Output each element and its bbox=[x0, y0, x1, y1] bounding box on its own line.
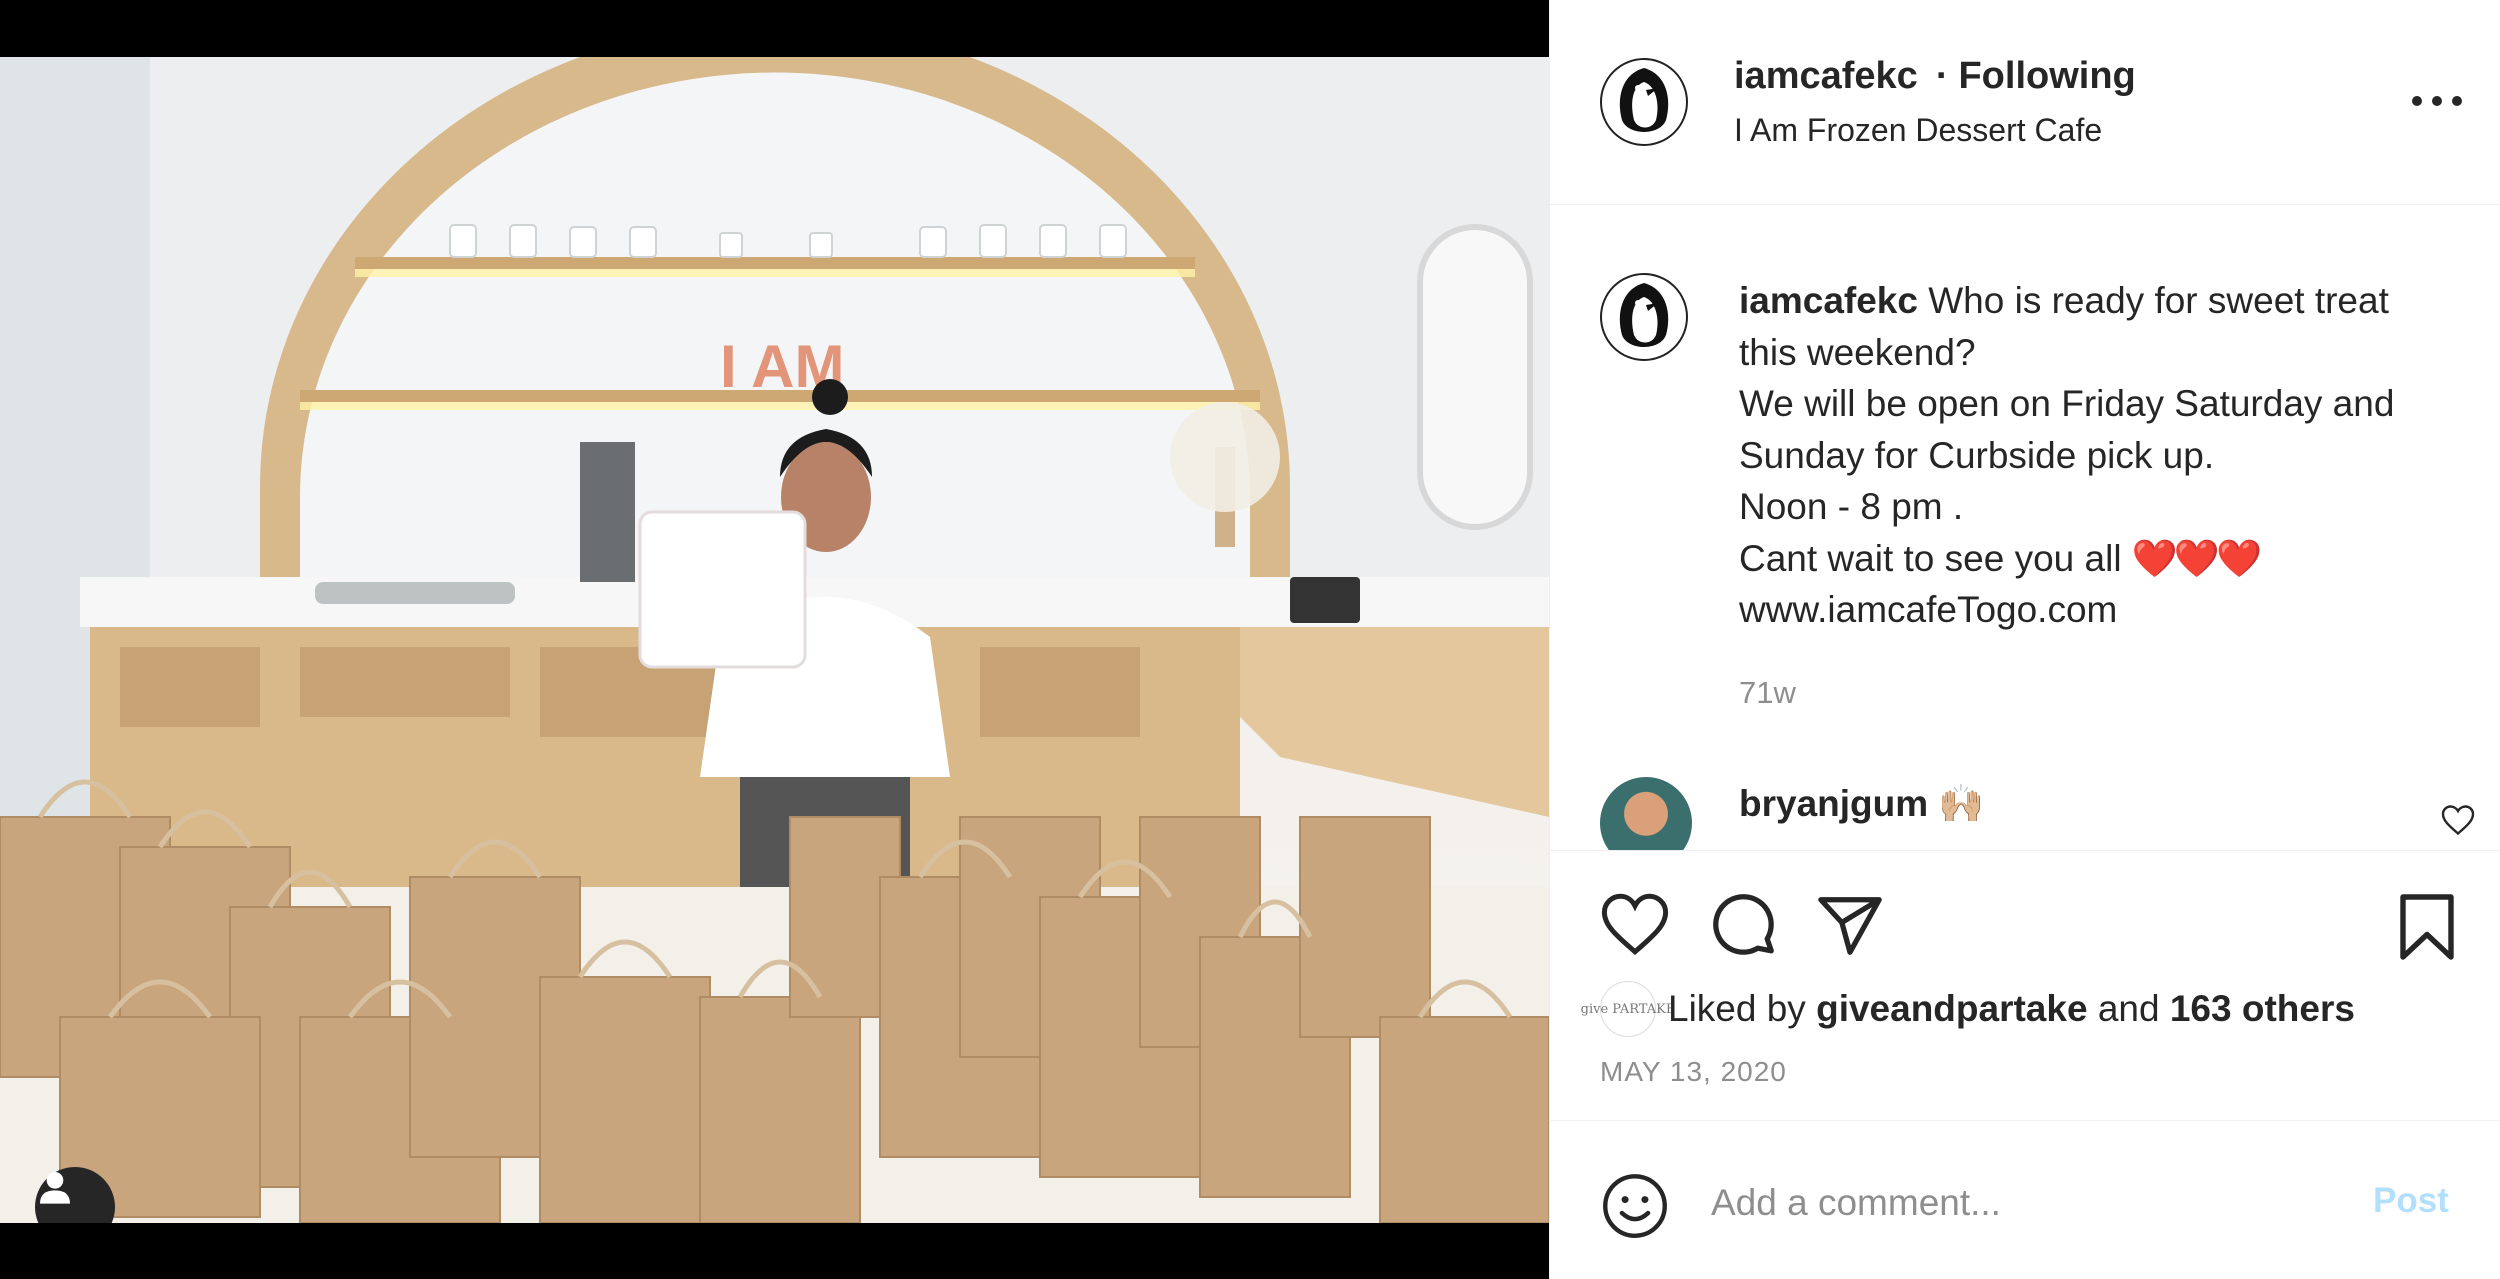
header-username[interactable]: iamcafekc bbox=[1734, 55, 1918, 97]
likes-summary: give PARTAKE Liked by giveandpartake and… bbox=[1581, 981, 2355, 1037]
header-username-row: iamcafekc · Following bbox=[1734, 55, 2136, 98]
liker-username[interactable]: giveandpartake bbox=[1816, 988, 2087, 1030]
likes-prefix: Liked by bbox=[1668, 988, 1806, 1029]
comment-text: 🙌🏼 bbox=[1938, 783, 1985, 824]
caption-hearts: ❤️❤️❤️ bbox=[2131, 537, 2262, 579]
likes-middle: and bbox=[2097, 988, 2160, 1029]
caption-line: We will be open on Friday Saturday and bbox=[1739, 383, 2395, 424]
caption-line: this weekend? bbox=[1739, 331, 1976, 373]
post-media[interactable]: I AM bbox=[0, 0, 1549, 1279]
caption-line: Sunday for Curbside pick up. bbox=[1739, 434, 2215, 476]
post-details-panel: iamcafekc · Following I Am Frozen Dessert … bbox=[1549, 0, 2500, 1279]
heart-icon[interactable] bbox=[1600, 891, 1670, 962]
post-comment-button[interactable]: Post bbox=[2373, 1181, 2449, 1221]
penguin-logo-icon bbox=[1619, 68, 1669, 132]
location-link[interactable]: I Am Frozen Dessert Cafe bbox=[1734, 112, 2102, 149]
commenter-avatar[interactable] bbox=[1600, 777, 1692, 850]
comment-like-icon[interactable] bbox=[2440, 803, 2476, 842]
others-count-link[interactable]: 163 others bbox=[2170, 988, 2355, 1030]
smile-icon[interactable] bbox=[1600, 1171, 1670, 1246]
bookmark-icon[interactable] bbox=[2395, 891, 2459, 968]
profile-avatar[interactable] bbox=[1600, 58, 1688, 146]
post-header: iamcafekc · Following I Am Frozen Dessert … bbox=[1550, 0, 2500, 205]
photo-illustration: I AM bbox=[0, 57, 1549, 1223]
post-photo[interactable]: I AM bbox=[0, 57, 1549, 1223]
caption-age[interactable]: 71w bbox=[1739, 675, 1796, 711]
following-button[interactable]: Following bbox=[1958, 55, 2135, 97]
comment-input[interactable] bbox=[1711, 1171, 2271, 1235]
commenter-username[interactable]: bryanjgum bbox=[1739, 783, 1928, 824]
post-actions: give PARTAKE Liked by giveandpartake and… bbox=[1550, 850, 2500, 1120]
comment-row: bryanjgum 🙌🏼 bbox=[1739, 783, 1985, 826]
caption-link: www.iamcafeTogo.com bbox=[1739, 589, 2118, 630]
penguin-logo-icon bbox=[1619, 283, 1669, 347]
comments-section[interactable]: iamcafekc Who is ready for sweet treat t… bbox=[1550, 205, 2500, 850]
caption-line: Cant wait to see you all bbox=[1739, 537, 2122, 579]
caption-line: Who is ready for sweet treat bbox=[1928, 280, 2389, 321]
separator-dot: · bbox=[1935, 55, 1949, 97]
more-options-icon[interactable] bbox=[2412, 88, 2462, 114]
post-date[interactable]: MAY 13, 2020 bbox=[1600, 1056, 1787, 1088]
comment-icon[interactable] bbox=[1710, 891, 1780, 966]
add-comment-bar: Post bbox=[1550, 1120, 2500, 1279]
paper-plane-icon[interactable] bbox=[1815, 891, 1885, 966]
caption-text: iamcafekc Who is ready for sweet treat t… bbox=[1739, 275, 2459, 636]
caption-line: Noon - 8 pm . bbox=[1739, 486, 1964, 527]
caption-avatar[interactable] bbox=[1600, 273, 1688, 361]
liker-avatar[interactable]: give PARTAKE bbox=[1581, 981, 1675, 1037]
caption-username[interactable]: iamcafekc bbox=[1739, 280, 1918, 321]
